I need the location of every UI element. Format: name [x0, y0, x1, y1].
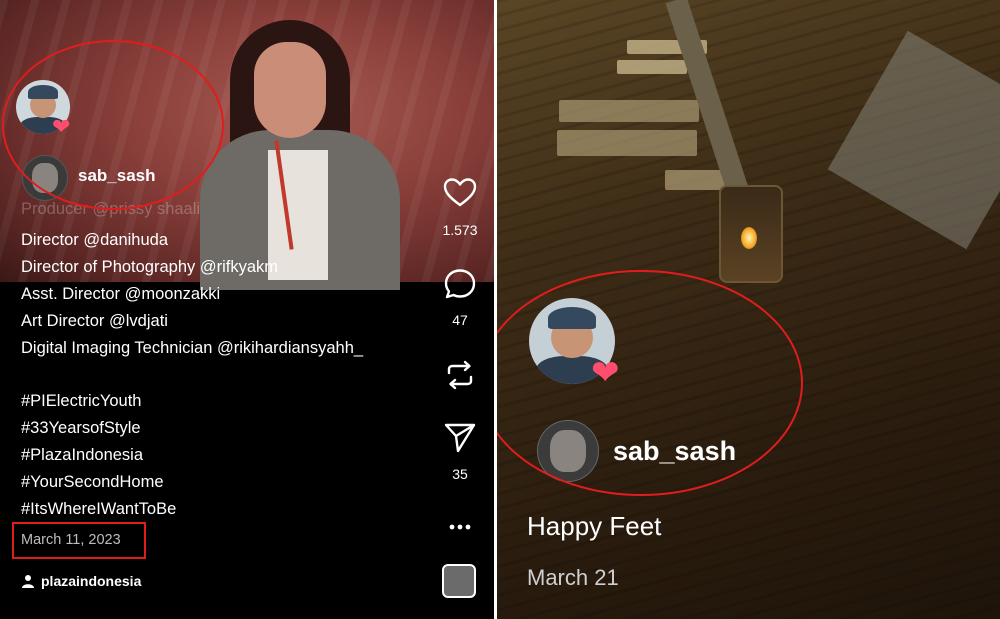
comment-count: 47	[452, 312, 468, 328]
right-reel-panel: ❤ sab_sash Happy Feet March 21	[497, 0, 1000, 619]
heart-icon[interactable]	[443, 176, 477, 210]
credit-line: Director of Photography @rifkyakm	[21, 258, 279, 276]
credit-line: Asst. Director @moonzakki	[21, 285, 221, 303]
comment-icon[interactable]	[443, 267, 477, 301]
share-count: 35	[452, 466, 468, 482]
table-item	[617, 60, 687, 74]
more-icon[interactable]	[443, 510, 477, 544]
candle-flame	[741, 227, 757, 249]
candle	[719, 185, 783, 283]
credit-line: Art Director @lvdjati	[21, 312, 168, 330]
hashtag[interactable]: #33YearsofStyle	[21, 419, 141, 438]
credit-line: Director @danihuda	[21, 231, 168, 249]
post-date: March 11, 2023	[21, 532, 121, 548]
table-item	[557, 130, 697, 156]
like-count: 1.573	[442, 222, 478, 238]
tagged-account: plazaindonesia	[41, 573, 142, 589]
hashtag[interactable]: #PIElectricYouth	[21, 392, 141, 411]
credit-line: Digital Imaging Technician @rikihardians…	[21, 339, 364, 357]
left-reel-panel: ❤ sab_sash Producer @prissy shaali Direc…	[0, 0, 494, 619]
video-person-face	[254, 42, 326, 138]
person-icon	[22, 575, 34, 588]
hashtag[interactable]: #PlazaIndonesia	[21, 446, 143, 465]
table-item	[559, 100, 699, 122]
hashtag[interactable]: #ItsWhereIWantToBe	[21, 500, 176, 519]
hashtag[interactable]: #YourSecondHome	[21, 473, 164, 492]
tagged-account-row[interactable]: plazaindonesia	[21, 573, 141, 589]
repost-icon[interactable]	[443, 358, 477, 392]
audio-thumbnail[interactable]	[442, 564, 476, 598]
post-date: March 21	[527, 565, 619, 590]
post-caption: Happy Feet	[527, 511, 662, 541]
highlight-ellipse	[2, 40, 224, 210]
send-icon[interactable]	[443, 420, 477, 454]
